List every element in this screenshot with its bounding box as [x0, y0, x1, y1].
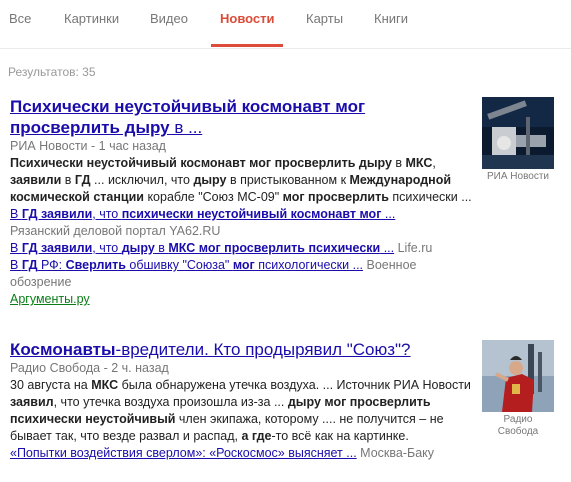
thumbnail-caption: Радио Свобода — [497, 414, 539, 437]
result-snippet: Психически неустойчивый космонавт мог пр… — [10, 156, 472, 204]
priest-image — [482, 340, 554, 412]
result-source: Радио Свобода — [10, 361, 101, 375]
result-meta: Радио Свобода - 2 ч. назад — [10, 360, 475, 377]
result-thumbnail[interactable]: РИА Новости — [482, 97, 554, 183]
related-article: В ГД заявили, что дыру в МКС мог просвер… — [10, 240, 475, 257]
related-article: В ГД заявили, что психически неустойчивы… — [10, 206, 475, 223]
related-source: Москва-Баку — [360, 446, 435, 460]
related-source: Life.ru — [397, 241, 433, 255]
result-snippet: 30 августа на МКС была обнаружена утечка… — [10, 378, 471, 443]
related-article-link[interactable]: «Попытки воздействия сверлом»: «Роскосмо… — [10, 446, 357, 460]
related-source: Военное — [366, 258, 417, 272]
related-article: «Попытки воздействия сверлом»: «Роскосмо… — [10, 445, 475, 462]
related-article: В ГД РФ: Сверлить обшивку "Союза" мог пс… — [10, 257, 475, 274]
title-text: в ... — [169, 118, 203, 137]
active-tab-indicator — [211, 44, 283, 47]
search-tabs: Все Картинки Видео Новости Карты Книги — [0, 0, 571, 49]
tab-news[interactable]: Новости — [220, 11, 275, 26]
related-article-link[interactable]: В ГД заявили, что дыру в МКС мог просвер… — [10, 241, 394, 255]
more-sources-link[interactable]: Аргументы.ру — [10, 291, 475, 308]
related-source-cont: обозрение — [10, 275, 72, 289]
title-text: -вредители. Кто продырявил "Союз"? — [115, 340, 411, 359]
result-time: - 2 ч. назад — [100, 361, 169, 375]
space-station-image — [482, 97, 554, 169]
related-article-link[interactable]: В ГД заявили, что психически неустойчивы… — [10, 207, 395, 221]
tab-maps[interactable]: Карты — [306, 11, 343, 26]
tab-all[interactable]: Все — [9, 11, 31, 26]
result-title-link[interactable]: Космонавты-вредители. Кто продырявил "Со… — [10, 339, 475, 360]
thumbnail-caption: РИА Новости — [486, 171, 550, 182]
result-time: - 1 час назад — [87, 139, 166, 153]
title-highlight: Космонавты — [10, 340, 116, 359]
tab-video[interactable]: Видео — [150, 11, 188, 26]
results-count: Результатов: 35 — [8, 65, 96, 79]
tab-books[interactable]: Книги — [374, 11, 408, 26]
related-article-link[interactable]: В ГД РФ: Сверлить обшивку "Союза" мог пс… — [10, 258, 363, 272]
result-title-link[interactable]: Психически неустойчивый космонавт мог пр… — [10, 96, 475, 138]
result-source: РИА Новости — [10, 139, 88, 153]
tab-images[interactable]: Картинки — [64, 11, 119, 26]
related-source: Рязанский деловой портал YA62.RU — [10, 224, 221, 238]
news-result: Космонавты-вредители. Кто продырявил "Со… — [10, 339, 475, 462]
result-thumbnail[interactable]: Радио Свобода — [482, 340, 554, 438]
result-meta: РИА Новости - 1 час назад — [10, 138, 475, 155]
news-result: Психически неустойчивый космонавт мог пр… — [10, 96, 475, 308]
